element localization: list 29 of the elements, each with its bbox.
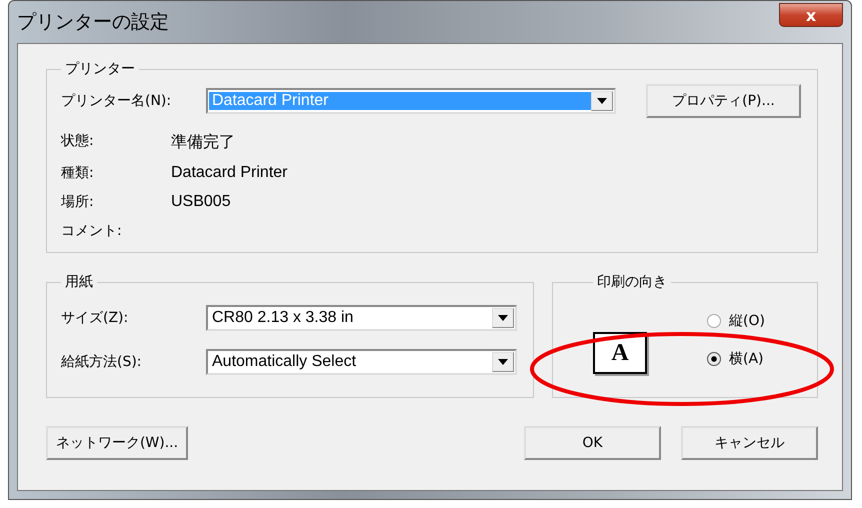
info-label: 状態: [61, 132, 95, 151]
radio-button[interactable] [707, 352, 721, 366]
caret-icon [498, 315, 508, 321]
info-value: 準備完了 [171, 132, 236, 153]
close-button[interactable]: x [779, 3, 843, 27]
info-value: Datacard Printer [171, 164, 288, 182]
paper-dropdown[interactable]: CR80 2.13 x 3.38 in [206, 305, 517, 331]
field-label: サイズ(Z): [61, 309, 130, 327]
info-label: コメント: [61, 222, 123, 240]
caret-icon [597, 98, 607, 104]
info-value: USB005 [171, 193, 232, 211]
group-label: プリンター [64, 60, 136, 78]
group-label: 印刷の向き [596, 273, 668, 291]
info-label: 場所: [61, 193, 95, 211]
info-label: 種類: [61, 164, 95, 182]
caret-icon [498, 359, 508, 365]
ok-button[interactable]: OK [524, 426, 661, 460]
paper-dropdown[interactable]: Automatically Select [206, 349, 517, 375]
field-label: プリンター名(N): [61, 92, 172, 110]
network-button[interactable]: ネットワーク(W)... [46, 426, 188, 460]
properties-button[interactable]: プロパティ(P)... [646, 84, 801, 118]
group-label: 用紙 [64, 273, 94, 291]
orientation-radio[interactable]: 縦(O) [707, 312, 765, 330]
cancel-button[interactable]: キャンセル [681, 426, 818, 460]
field-label: 給紙方法(S): [61, 353, 143, 371]
window-title: プリンターの設定 [17, 10, 169, 35]
radio-button[interactable] [707, 314, 721, 328]
orientation-radio[interactable]: 横(A) [707, 350, 765, 368]
page-preview-icon: A [593, 332, 647, 374]
